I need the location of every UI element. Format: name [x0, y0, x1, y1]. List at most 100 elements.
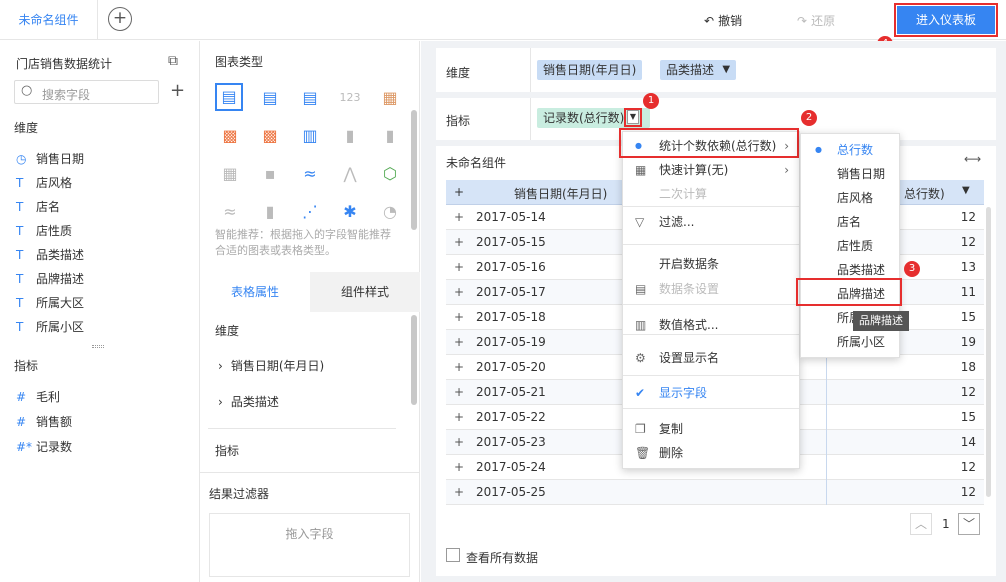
- column-header-date[interactable]: 销售日期(年月日): [514, 185, 607, 202]
- menu-item-label: 开启数据条: [659, 257, 720, 271]
- submenu-item-0[interactable]: ● 总行数: [801, 138, 899, 162]
- area-line-icon[interactable]: ⋀: [339, 163, 361, 185]
- add-field-button[interactable]: +: [170, 80, 185, 101]
- field-dim-3[interactable]: T 店性质: [16, 222, 72, 239]
- submenu-item-8[interactable]: 所属小区: [801, 330, 899, 354]
- menu-item-3[interactable]: ▽ 过滤...: [623, 210, 799, 234]
- expand-row-icon[interactable]: +: [454, 280, 464, 305]
- dim-pill-category[interactable]: 品类描述 ▼: [660, 60, 737, 80]
- submenu-item-3[interactable]: 店名: [801, 210, 899, 234]
- column-header-count[interactable]: 总行数): [904, 185, 945, 202]
- submenu-item-4[interactable]: 店性质: [801, 234, 899, 258]
- expand-row-icon[interactable]: +: [454, 355, 464, 380]
- field-dim-4[interactable]: T 品类描述: [16, 246, 84, 263]
- stack-bar-icon[interactable]: ▮: [379, 125, 401, 147]
- search-input[interactable]: ○ 搜索字段: [14, 80, 159, 104]
- tab-table-attr[interactable]: 表格属性: [200, 272, 310, 312]
- menu-item-9[interactable]: ❐ 复制: [623, 417, 799, 441]
- splitter-handle[interactable]: [92, 345, 104, 348]
- column-chart-icon[interactable]: ▮: [259, 201, 281, 223]
- detail-table-icon[interactable]: ▤: [299, 87, 321, 109]
- plus-circle-icon[interactable]: +: [108, 7, 132, 31]
- dim-bar-label: 维度: [446, 66, 471, 80]
- undo-button[interactable]: ↶ 撤销: [704, 12, 742, 29]
- dot-bar-icon[interactable]: ▥: [299, 125, 321, 147]
- submenu-item-label: 店名: [837, 215, 862, 229]
- menu-item-8[interactable]: ✔ 显示字段: [623, 381, 799, 405]
- expand-icon[interactable]: ⟷: [964, 152, 981, 166]
- top-bar: [0, 0, 1006, 40]
- heatmap-table-icon[interactable]: ▦: [379, 87, 401, 109]
- table-chart-icon[interactable]: ▤: [215, 83, 243, 111]
- sort-icon[interactable]: ▼: [962, 185, 970, 196]
- bubble-chart-icon[interactable]: ✱: [339, 201, 361, 223]
- area-chart-icon[interactable]: ≈: [219, 201, 241, 223]
- text-icon: T: [16, 272, 24, 286]
- bar-chart-icon[interactable]: ▮: [339, 125, 361, 147]
- filter-icon: ▽: [635, 215, 645, 229]
- menu-item-2[interactable]: 二次计算: [623, 182, 799, 206]
- field-dim-7[interactable]: T 所属小区: [16, 318, 84, 335]
- menu-item-1[interactable]: ▦ 快速计算(无) ›: [623, 158, 799, 182]
- menu-item-4[interactable]: 开启数据条: [623, 252, 799, 276]
- mid-dim-1[interactable]: › 品类描述: [218, 393, 279, 410]
- field-dim-5[interactable]: T 品牌描述: [16, 270, 84, 287]
- expand-row-icon[interactable]: +: [454, 305, 464, 330]
- attr-scrollbar[interactable]: [411, 315, 417, 405]
- scatter-chart-icon[interactable]: ⋰: [299, 201, 321, 223]
- expand-row-icon[interactable]: +: [454, 230, 464, 255]
- expand-row-icon[interactable]: +: [454, 405, 464, 430]
- expand-row-icon[interactable]: +: [454, 455, 464, 480]
- expand-row-icon[interactable]: +: [454, 330, 464, 355]
- step-badge-3: 3: [904, 261, 920, 277]
- date-cell: 2017-05-14: [476, 210, 546, 224]
- radar-chart-icon[interactable]: ⬡: [379, 163, 401, 185]
- table-scrollbar[interactable]: [986, 207, 991, 497]
- chart-scrollbar[interactable]: [411, 110, 417, 230]
- date-cell: 2017-05-17: [476, 285, 546, 299]
- expand-all-icon[interactable]: +: [454, 185, 464, 199]
- kpi-chart-icon[interactable]: 123: [339, 87, 361, 109]
- pie-chart-icon[interactable]: ◔: [379, 201, 401, 223]
- heatmap-icon[interactable]: ▩: [219, 125, 241, 147]
- cross-table-icon[interactable]: ▤: [259, 87, 281, 109]
- field-metric-2[interactable]: #* 记录数: [16, 438, 72, 455]
- next-page-button[interactable]: ﹀: [958, 513, 980, 535]
- text-icon: T: [16, 176, 24, 190]
- scatter-bar-icon[interactable]: ▪: [259, 163, 281, 185]
- line-chart-icon[interactable]: ≈: [299, 163, 321, 185]
- prev-page-button[interactable]: ︿: [910, 513, 932, 535]
- field-label: 所属大区: [36, 296, 85, 310]
- show-all-checkbox[interactable]: [446, 548, 460, 562]
- check-icon: ✔: [635, 386, 646, 400]
- highlight-box-2: [619, 128, 799, 158]
- switch-dataset-icon[interactable]: ⧉: [168, 53, 178, 69]
- expand-row-icon[interactable]: +: [454, 255, 464, 280]
- map-heat-icon[interactable]: ▩: [259, 125, 281, 147]
- expand-row-icon[interactable]: +: [454, 205, 464, 230]
- tab-component[interactable]: 未命名组件: [0, 0, 98, 40]
- menu-item-10[interactable]: 🗑 删除: [623, 441, 799, 465]
- field-dim-0[interactable]: ◷ 销售日期: [16, 150, 84, 167]
- filter-drop-zone[interactable]: 拖入字段: [209, 513, 410, 577]
- submenu-item-1[interactable]: 销售日期: [801, 162, 899, 186]
- field-dim-1[interactable]: T 店风格: [16, 174, 72, 191]
- submenu-item-label: 总行数: [837, 143, 874, 157]
- menu-item-7[interactable]: ⚙ 设置显示名: [623, 346, 799, 370]
- expand-row-icon[interactable]: +: [454, 380, 464, 405]
- table-row[interactable]: +2017-05-25 12: [446, 480, 984, 505]
- grouped-bar-icon[interactable]: ▦: [219, 163, 241, 185]
- tab-component-style[interactable]: 组件样式: [310, 272, 420, 312]
- redo-button[interactable]: ↷ 还原: [797, 12, 835, 29]
- field-metric-0[interactable]: # 毛利: [16, 388, 60, 405]
- field-metric-1[interactable]: # 销售额: [16, 413, 72, 430]
- dim-pill-date[interactable]: 销售日期(年月日): [537, 60, 643, 80]
- expand-row-icon[interactable]: +: [454, 430, 464, 455]
- field-dim-2[interactable]: T 店名: [16, 198, 60, 215]
- menu-separator: [623, 206, 799, 207]
- menu-item-5[interactable]: ▤ 数据条设置: [623, 277, 799, 301]
- field-dim-6[interactable]: T 所属大区: [16, 294, 84, 311]
- mid-dim-0[interactable]: › 销售日期(年月日): [218, 357, 324, 374]
- submenu-item-2[interactable]: 店风格: [801, 186, 899, 210]
- expand-row-icon[interactable]: +: [454, 480, 464, 505]
